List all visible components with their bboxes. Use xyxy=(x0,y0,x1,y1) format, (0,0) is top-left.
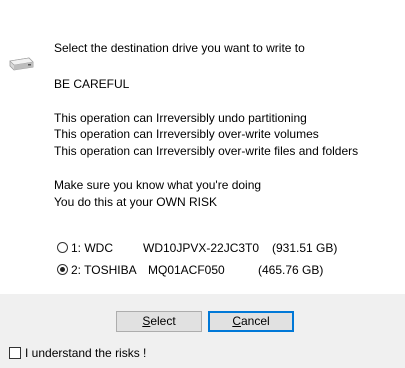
cancel-mnemonic: C xyxy=(232,314,241,328)
drive-2-label: 2: TOSHIBA xyxy=(71,263,137,277)
understand-risks-checkbox[interactable] xyxy=(9,347,21,359)
drive-1-label: 1: WDC xyxy=(71,241,113,255)
message-line-6: Make sure you know what you're doing xyxy=(54,178,262,192)
message-line-5: This operation can Irreversibly over-wri… xyxy=(54,144,359,158)
message-panel: Select the destination drive you want to… xyxy=(0,0,405,294)
drive-2-model: MQ01ACF050 xyxy=(148,263,225,277)
drive-1-model: WD10JPVX-22JC3T0 xyxy=(143,241,260,255)
cancel-label: ancel xyxy=(240,314,270,328)
drive-2-radio[interactable] xyxy=(57,264,68,275)
cancel-button[interactable]: Cancel xyxy=(208,311,294,332)
select-button[interactable]: Select xyxy=(116,311,202,332)
hard-drive-icon xyxy=(9,57,34,71)
drive-1-radio[interactable] xyxy=(57,242,68,253)
drive-1-size: (931.51 GB) xyxy=(272,241,338,255)
message-line-2: BE CAREFUL xyxy=(54,77,130,91)
button-bar: Select Cancel I understand the risks ! xyxy=(0,294,405,368)
message-line-1: Select the destination drive you want to… xyxy=(54,41,305,55)
select-label: elect xyxy=(150,314,176,328)
message-line-3: This operation can Irreversibly undo par… xyxy=(54,111,307,125)
drive-2-size: (465.76 GB) xyxy=(258,263,324,277)
understand-risks-label: I understand the risks ! xyxy=(25,346,147,360)
message-line-4: This operation can Irreversibly over-wri… xyxy=(54,127,319,141)
message-line-7: You do this at your OWN RISK xyxy=(54,195,217,209)
